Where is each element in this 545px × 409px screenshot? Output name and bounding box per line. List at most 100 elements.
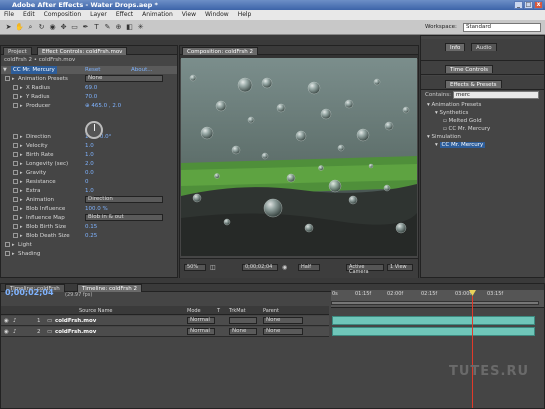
stopwatch-icon[interactable] — [13, 94, 18, 99]
expand-triangle-icon[interactable]: ▸ — [20, 223, 23, 231]
tab-info[interactable]: Info — [445, 43, 466, 51]
layer-trkmat-select[interactable] — [229, 317, 257, 324]
stopwatch-icon[interactable] — [13, 152, 18, 157]
property-value[interactable]: 0.25 — [85, 232, 97, 240]
pen-tool-icon[interactable]: ✒ — [81, 23, 90, 32]
tab-effects-presets[interactable]: Effects & Presets — [445, 80, 502, 88]
view-layout-select[interactable]: 1 View — [387, 264, 413, 271]
layer-mode-select[interactable]: Normal — [187, 328, 215, 335]
property-value[interactable]: 1.0 — [85, 142, 94, 150]
stopwatch-icon[interactable] — [13, 179, 18, 184]
menu-window[interactable]: Window — [205, 10, 229, 20]
expand-triangle-icon[interactable]: ▸ — [20, 133, 23, 141]
expand-triangle-icon[interactable]: ▸ — [20, 151, 23, 159]
close-button[interactable]: x — [534, 1, 543, 9]
property-value[interactable]: 70.0 — [85, 93, 97, 101]
property-value[interactable]: 100.0 % — [85, 205, 108, 213]
effects-tree-item[interactable]: ▫ CC Mr. Mercury — [421, 125, 544, 133]
expand-triangle-icon[interactable]: ▸ — [20, 169, 23, 177]
stopwatch-icon[interactable] — [13, 103, 18, 108]
expand-triangle-icon[interactable]: ▸ — [12, 75, 15, 83]
stopwatch-icon[interactable] — [5, 242, 10, 247]
menu-file[interactable]: File — [4, 10, 14, 20]
menu-view[interactable]: View — [182, 10, 196, 20]
layer-row[interactable]: ◉ ♪ 2 ▭ coldFrsh.mov Normal None None — [1, 327, 329, 337]
expand-triangle-icon[interactable]: ▸ — [20, 93, 23, 101]
tab-time-controls[interactable]: Time Controls — [445, 65, 493, 73]
eye-icon[interactable]: ◉ — [4, 317, 9, 325]
expand-triangle-icon[interactable]: ▸ — [20, 142, 23, 150]
about-link[interactable]: About... — [131, 66, 153, 74]
workspace-select[interactable]: Standard — [463, 23, 541, 32]
property-value[interactable]: None — [85, 75, 163, 82]
mask-tool-icon[interactable]: ▭ — [70, 23, 79, 32]
zoom-tool-icon[interactable]: ⌕ — [26, 23, 35, 32]
expand-triangle-icon[interactable]: ▸ — [20, 102, 23, 110]
stopwatch-icon[interactable] — [13, 143, 18, 148]
reset-link[interactable]: Reset — [85, 66, 100, 74]
property-value[interactable]: Direction — [85, 196, 163, 203]
eraser-tool-icon[interactable]: ◧ — [125, 23, 134, 32]
stopwatch-icon[interactable] — [13, 197, 18, 202]
work-area-bar[interactable] — [331, 301, 539, 305]
clone-tool-icon[interactable]: ⊕ — [114, 23, 123, 32]
stopwatch-icon[interactable] — [13, 215, 18, 220]
audio-icon[interactable]: ♪ — [13, 328, 17, 336]
expand-triangle-icon[interactable]: ▸ — [12, 241, 15, 249]
property-value[interactable]: 0.15 — [85, 223, 97, 231]
current-time-indicator-line[interactable] — [472, 296, 473, 408]
effects-tree-item[interactable]: ▾ CC Mr. Mercury — [421, 141, 544, 149]
layer-2-duration-bar[interactable] — [332, 327, 535, 336]
effects-tree-item[interactable]: ▫ Melted Gold — [421, 117, 544, 125]
tab-effect-controls[interactable]: Effect Controls: coldFrsh.mov — [37, 47, 128, 55]
time-ruler[interactable]: 0s 01:15f 02:00f 02:15f 03:00f 03:15f — [331, 290, 544, 308]
stopwatch-icon[interactable] — [13, 85, 18, 90]
property-value[interactable]: 69.0 — [85, 84, 97, 92]
hand-tool-icon[interactable]: ✋ — [15, 23, 24, 32]
property-value[interactable]: 1.0 — [85, 187, 94, 195]
stopwatch-icon[interactable] — [13, 188, 18, 193]
tab-project[interactable]: Project — [3, 47, 32, 55]
effects-tree-item[interactable]: ▾ Synthetics — [421, 109, 544, 117]
camera-select[interactable]: Active Camera — [346, 264, 384, 275]
menu-composition[interactable]: Composition — [44, 10, 81, 20]
stopwatch-icon[interactable] — [13, 233, 18, 238]
menu-animation[interactable]: Animation — [142, 10, 173, 20]
stopwatch-icon[interactable] — [13, 170, 18, 175]
property-value[interactable]: ⊕ 465.0 , 2.0 — [85, 102, 121, 110]
composition-viewer[interactable] — [181, 58, 417, 256]
effects-search-input[interactable]: merc — [453, 91, 539, 99]
layer-name[interactable]: coldFrsh.mov — [55, 328, 96, 336]
layer-parent-select[interactable]: None — [263, 317, 303, 324]
stopwatch-icon[interactable] — [13, 206, 18, 211]
stopwatch-icon[interactable] — [13, 161, 18, 166]
expand-triangle-icon[interactable]: ▸ — [20, 178, 23, 186]
stopwatch-icon[interactable] — [13, 224, 18, 229]
expand-triangle-icon[interactable]: ▸ — [20, 205, 23, 213]
effects-tree-item[interactable]: ▾ Simulation — [421, 133, 544, 141]
property-value[interactable]: Blob in & out — [85, 214, 163, 221]
current-time-display[interactable]: 0;00;02;04 — [5, 288, 54, 297]
resolution-select[interactable]: Half — [298, 264, 320, 271]
menu-edit[interactable]: Edit — [23, 10, 35, 20]
pan-behind-tool-icon[interactable]: ✥ — [59, 23, 68, 32]
property-value[interactable]: 0 — [85, 178, 89, 186]
menu-layer[interactable]: Layer — [90, 10, 107, 20]
menu-effect[interactable]: Effect — [116, 10, 133, 20]
expand-triangle-icon[interactable]: ▸ — [20, 214, 23, 222]
menu-help[interactable]: Help — [238, 10, 252, 20]
stopwatch-icon[interactable] — [5, 251, 10, 256]
layer-trkmat-select[interactable]: None — [229, 328, 257, 335]
expand-triangle-icon[interactable]: ▸ — [20, 196, 23, 204]
snapshot-icon[interactable]: ◫ — [210, 264, 216, 271]
tab-composition[interactable]: Composition: coldFrsh 2 — [182, 47, 258, 55]
expand-triangle-icon[interactable]: ▸ — [20, 84, 23, 92]
expand-triangle-icon[interactable]: ▸ — [12, 250, 15, 258]
maximize-button[interactable]: □ — [524, 1, 533, 9]
puppet-tool-icon[interactable]: ✳ — [136, 23, 145, 32]
expand-triangle-icon[interactable]: ▸ — [20, 187, 23, 195]
layer-row[interactable]: ◉ ♪ 1 ▭ coldFrsh.mov Normal None — [1, 316, 329, 326]
property-value[interactable]: 2.0 — [85, 160, 94, 168]
layer-mode-select[interactable]: Normal — [187, 317, 215, 324]
expand-triangle-icon[interactable]: ▸ — [20, 232, 23, 240]
